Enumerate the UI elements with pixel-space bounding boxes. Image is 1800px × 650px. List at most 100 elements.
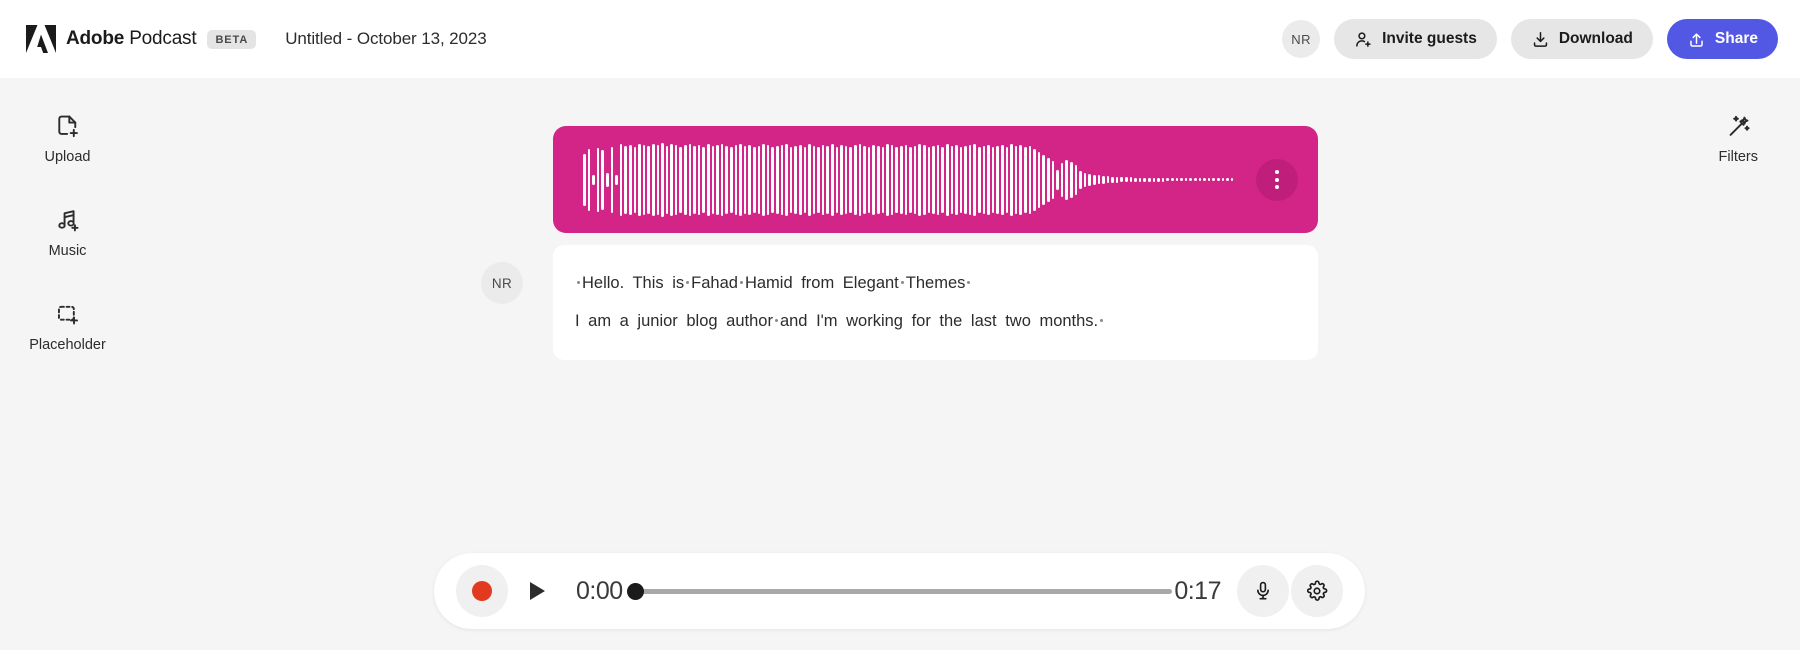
waveform-bar — [918, 143, 921, 216]
brand-name: Adobe Podcast — [66, 28, 197, 50]
progress-slider[interactable] — [626, 580, 1173, 602]
waveform-bar — [757, 145, 761, 214]
transcript-pause-dot — [577, 281, 580, 284]
waveform-bar — [743, 145, 747, 214]
waveform-bar — [734, 144, 738, 215]
transcript-pause-dot — [1100, 319, 1104, 322]
waveform-bar — [1198, 178, 1202, 181]
record-button[interactable] — [456, 565, 508, 617]
waveform-bar — [785, 143, 788, 216]
waveform-bar — [628, 144, 632, 215]
download-icon — [1533, 31, 1548, 47]
progress-handle[interactable] — [626, 582, 644, 600]
waveform-bar — [849, 146, 853, 213]
waveform-bar — [955, 144, 958, 215]
waveform-bar — [858, 143, 862, 216]
waveform-bar — [661, 142, 664, 217]
share-button[interactable]: Share — [1666, 19, 1778, 59]
waveform-bar — [904, 144, 908, 215]
waveform-bar — [808, 143, 811, 216]
waveform-bar — [674, 144, 678, 215]
waveform-bar — [707, 143, 710, 216]
waveform-bar — [789, 146, 793, 213]
waveform-bar — [1189, 178, 1192, 181]
waveform-bar — [941, 146, 944, 213]
clip-options-button[interactable] — [1256, 158, 1298, 201]
waveform-bar — [1019, 144, 1022, 215]
waveform-bar — [688, 143, 692, 216]
sidebar-item-upload[interactable]: Upload — [13, 113, 123, 165]
waveform-bar — [771, 146, 774, 213]
avatar[interactable]: NR — [1282, 20, 1321, 58]
app-header: Adobe Podcast BETA Untitled - October 13… — [0, 0, 1800, 78]
more-vertical-icon-dot — [1275, 177, 1279, 182]
record-circle-icon — [472, 581, 492, 601]
waveform-bar — [1171, 178, 1174, 181]
waveform-bar — [1092, 174, 1096, 185]
microphone-button[interactable] — [1237, 565, 1289, 617]
waveform-bar — [1102, 175, 1105, 184]
waveform-bar — [803, 146, 807, 213]
waveform-bar — [959, 146, 963, 213]
waveform-bar — [968, 144, 972, 215]
waveform-bar — [812, 145, 816, 214]
waveform-bar — [1069, 161, 1073, 198]
waveform-bar — [844, 145, 848, 214]
waveform-bar — [1207, 178, 1211, 181]
waveform-bar — [798, 144, 802, 215]
download-button[interactable]: Download — [1510, 19, 1653, 59]
transcript-text: Hello. This is — [582, 274, 685, 292]
progress-track — [626, 588, 1173, 594]
waveform-bar — [817, 146, 820, 213]
invite-guests-button[interactable]: Invite guests — [1334, 19, 1497, 59]
total-time: 0:17 — [1174, 576, 1221, 605]
waveform-bar — [899, 145, 903, 214]
waveform-bar — [1051, 160, 1055, 199]
waveform-bar — [1115, 176, 1119, 183]
waveform-bar — [1125, 177, 1128, 182]
waveform-bar — [1166, 178, 1169, 181]
waveform-bar — [610, 146, 614, 213]
waveform-bar — [1065, 159, 1068, 200]
waveform-bar — [1042, 154, 1045, 205]
waveform-bar — [863, 145, 866, 214]
filters-button[interactable]: Filters — [1719, 113, 1758, 165]
waveform-bar — [964, 145, 967, 214]
waveform-bar — [936, 144, 940, 215]
waveform-bar — [877, 145, 880, 214]
audio-clip[interactable] — [553, 126, 1318, 233]
sidebar-item-placeholder[interactable]: Placeholder — [13, 301, 123, 353]
waveform-bar — [991, 146, 995, 213]
waveform-bar — [1010, 143, 1013, 216]
transcript-pause-dot — [900, 281, 904, 284]
waveform-bar — [583, 153, 586, 206]
settings-button[interactable] — [1291, 565, 1343, 617]
sidebar-item-music-label: Music — [48, 243, 87, 259]
document-title[interactable]: Untitled - October 13, 2023 — [285, 29, 487, 49]
waveform-bar — [932, 145, 935, 214]
sidebar-item-upload-label: Upload — [44, 149, 91, 165]
waveform-bar — [996, 145, 1000, 214]
more-vertical-icon-dot — [1275, 170, 1279, 174]
waveform-bar — [927, 146, 931, 213]
transcript-text: Hamid from Elegant — [744, 274, 899, 292]
waveform-bar — [665, 145, 669, 214]
transcript-card[interactable]: Hello. This is Fahad Hamid from Elegant The… — [553, 245, 1318, 360]
waveform-bar — [633, 146, 637, 213]
waveform[interactable] — [583, 126, 1243, 233]
waveform-bar — [642, 144, 646, 215]
play-button[interactable] — [510, 565, 562, 617]
speaker-avatar[interactable]: NR — [481, 262, 523, 304]
waveform-bar — [720, 143, 724, 216]
waveform-bar — [1097, 175, 1101, 184]
microphone-icon — [1257, 581, 1269, 600]
transcript-line-2[interactable]: I am a junior blog author and I'm working… — [575, 302, 1296, 340]
sidebar-item-music[interactable]: Music — [13, 207, 123, 259]
brand-light: Podcast — [124, 28, 197, 49]
gear-icon — [1307, 580, 1328, 601]
waveform-bar — [821, 144, 825, 215]
waveform-bar — [1221, 178, 1225, 181]
transcript-line-1[interactable]: Hello. This is Fahad Hamid from Elegant The… — [575, 264, 1296, 302]
music-note-add-icon — [58, 210, 79, 232]
download-label: Download — [1558, 30, 1633, 47]
